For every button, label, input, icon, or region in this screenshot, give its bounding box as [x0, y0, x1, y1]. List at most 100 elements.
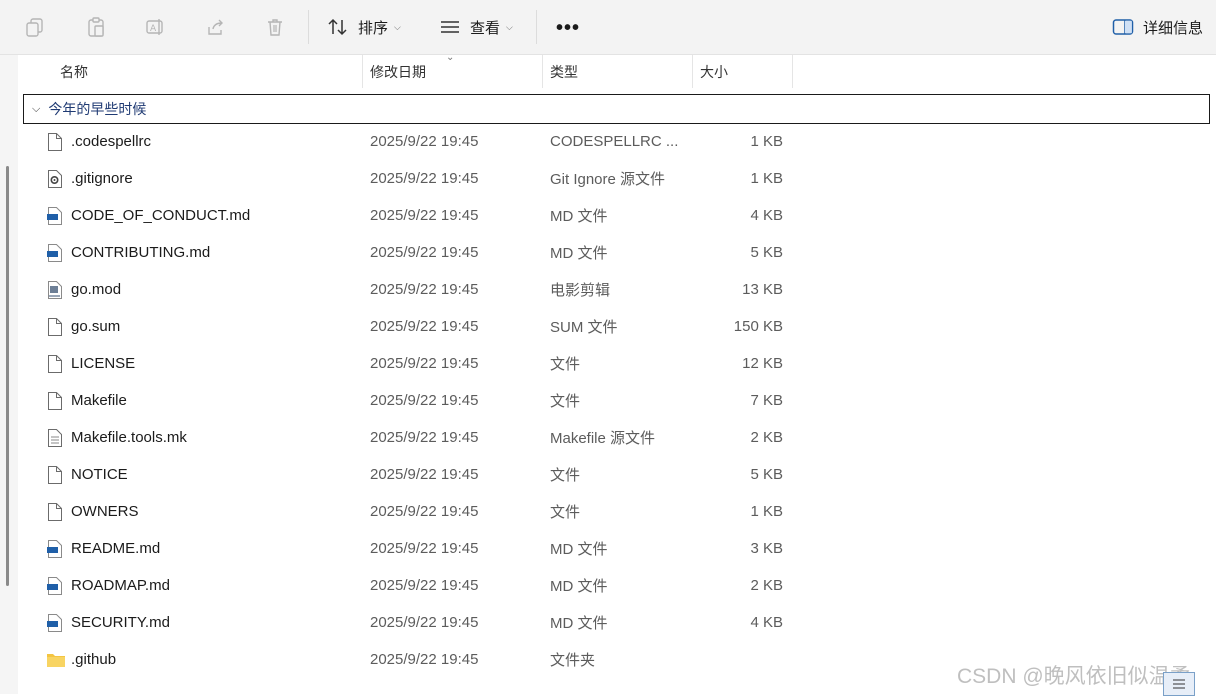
copy-icon[interactable]: [23, 15, 47, 39]
column-divider[interactable]: [542, 55, 543, 88]
view-button[interactable]: 查看 ⌵: [439, 12, 513, 42]
file-name: CONTRIBUTING.md: [71, 244, 211, 261]
file-type: 文件夹: [550, 652, 596, 669]
column-type[interactable]: 类型: [550, 55, 578, 88]
blank-file-icon: [46, 502, 64, 522]
column-divider[interactable]: [362, 55, 363, 88]
file-row[interactable]: SECURITY.md 2025/9/22 19:45 MD 文件 4 KB: [18, 604, 1216, 641]
details-pane-button[interactable]: 详细信息: [1112, 14, 1203, 40]
file-row[interactable]: ROADMAP.md 2025/9/22 19:45 MD 文件 2 KB: [18, 567, 1216, 604]
file-size: 1 KB: [750, 170, 783, 187]
text-file-icon: [46, 428, 64, 448]
file-type: Git Ignore 源文件: [550, 171, 666, 188]
file-name: go.sum: [71, 318, 121, 335]
file-name: Makefile.tools.mk: [71, 429, 187, 446]
file-date: 2025/9/22 19:45: [370, 466, 479, 483]
file-date: 2025/9/22 19:45: [370, 614, 479, 631]
column-header: 名称 修改日期 类型 大小: [18, 55, 1216, 88]
view-label: 查看: [470, 19, 501, 37]
column-name[interactable]: 名称: [60, 55, 88, 88]
paste-icon[interactable]: [84, 15, 108, 39]
delete-icon[interactable]: [263, 15, 287, 39]
file-row[interactable]: Makefile.tools.mk 2025/9/22 19:45 Makefi…: [18, 419, 1216, 456]
file-row[interactable]: README.md 2025/9/22 19:45 MD 文件 3 KB: [18, 530, 1216, 567]
chevron-down-icon: ⌵: [506, 21, 513, 32]
file-date: 2025/9/22 19:45: [370, 503, 479, 520]
more-options-button[interactable]: •••: [556, 17, 580, 40]
file-name: .gitignore: [71, 170, 133, 187]
file-date: 2025/9/22 19:45: [370, 133, 479, 150]
video-file-icon: [46, 280, 64, 300]
column-divider[interactable]: [692, 55, 693, 88]
file-type: MD 文件: [550, 578, 608, 595]
column-divider[interactable]: [792, 55, 793, 88]
file-date: 2025/9/22 19:45: [370, 207, 479, 224]
file-type: MD 文件: [550, 615, 608, 632]
file-name: Makefile: [71, 392, 127, 409]
file-row[interactable]: Makefile 2025/9/22 19:45 文件 7 KB: [18, 382, 1216, 419]
settings-file-icon: [46, 169, 64, 189]
file-type: 电影剪辑: [550, 282, 611, 299]
column-size[interactable]: 大小: [700, 55, 728, 88]
file-size: 7 KB: [750, 392, 783, 409]
details-view-toggle-button[interactable]: [1163, 672, 1195, 696]
blank-file-icon: [46, 391, 64, 411]
file-name: .codespellrc: [71, 133, 152, 150]
file-row[interactable]: .gitignore 2025/9/22 19:45 Git Ignore 源文…: [18, 160, 1216, 197]
file-name: .github: [71, 651, 117, 668]
file-row[interactable]: CONTRIBUTING.md 2025/9/22 19:45 MD 文件 5 …: [18, 234, 1216, 271]
details-pane-icon: [1112, 19, 1134, 35]
file-size: 5 KB: [750, 466, 783, 483]
group-header[interactable]: ⌵ 今年的早些时候: [23, 94, 1210, 124]
view-list-icon: [441, 21, 459, 33]
details-label: 详细信息: [1143, 19, 1204, 37]
file-size: 4 KB: [750, 207, 783, 224]
file-row[interactable]: CODE_OF_CONDUCT.md 2025/9/22 19:45 MD 文件…: [18, 197, 1216, 234]
file-type: 文件: [550, 393, 581, 410]
sort-descending-icon: ⌄: [446, 52, 455, 63]
file-size: 2 KB: [750, 577, 783, 594]
toolbar-divider: [308, 10, 309, 44]
folder-icon: [46, 650, 65, 670]
file-name: SECURITY.md: [71, 614, 170, 631]
file-row[interactable]: LICENSE 2025/9/22 19:45 文件 12 KB: [18, 345, 1216, 382]
file-row[interactable]: .codespellrc 2025/9/22 19:45 CODESPELLRC…: [18, 123, 1216, 160]
collapse-chevron-icon: ⌵: [32, 102, 41, 115]
toolbar-divider: [536, 10, 537, 44]
file-size: 5 KB: [750, 244, 783, 261]
file-type: MD 文件: [550, 208, 608, 225]
file-row[interactable]: go.sum 2025/9/22 19:45 SUM 文件 150 KB: [18, 308, 1216, 345]
file-name: go.mod: [71, 281, 122, 298]
file-date: 2025/9/22 19:45: [370, 577, 479, 594]
file-row[interactable]: NOTICE 2025/9/22 19:45 文件 5 KB: [18, 456, 1216, 493]
markdown-file-icon: [46, 576, 64, 596]
sort-button[interactable]: 排序 ⌵: [327, 12, 401, 42]
file-size: 13 KB: [742, 281, 783, 298]
file-row[interactable]: OWNERS 2025/9/22 19:45 文件 1 KB: [18, 493, 1216, 530]
file-size: 1 KB: [750, 503, 783, 520]
file-name: LICENSE: [71, 355, 136, 372]
file-date: 2025/9/22 19:45: [370, 281, 479, 298]
file-size: 4 KB: [750, 614, 783, 631]
file-type: 文件: [550, 467, 581, 484]
file-size: 2 KB: [750, 429, 783, 446]
share-icon[interactable]: [203, 15, 227, 39]
column-date[interactable]: 修改日期: [370, 55, 426, 88]
list-view-icon: [1173, 679, 1185, 689]
navigation-scrollbar[interactable]: [6, 166, 9, 586]
sort-icon: [328, 18, 347, 36]
file-name: OWNERS: [71, 503, 139, 520]
file-row[interactable]: go.mod 2025/9/22 19:45 电影剪辑 13 KB: [18, 271, 1216, 308]
file-type: CODESPELLRC ...: [550, 133, 679, 150]
file-type: 文件: [550, 356, 581, 373]
file-type: MD 文件: [550, 245, 608, 262]
group-label: 今年的早些时候: [48, 101, 147, 117]
navigation-pane-edge: [0, 55, 18, 694]
blank-file-icon: [46, 354, 64, 374]
rename-icon[interactable]: A: [143, 15, 167, 39]
file-size: 150 KB: [733, 318, 783, 335]
file-name: README.md: [71, 540, 161, 557]
chevron-down-icon: ⌵: [394, 21, 401, 32]
file-size: 1 KB: [750, 133, 783, 150]
file-date: 2025/9/22 19:45: [370, 651, 479, 668]
